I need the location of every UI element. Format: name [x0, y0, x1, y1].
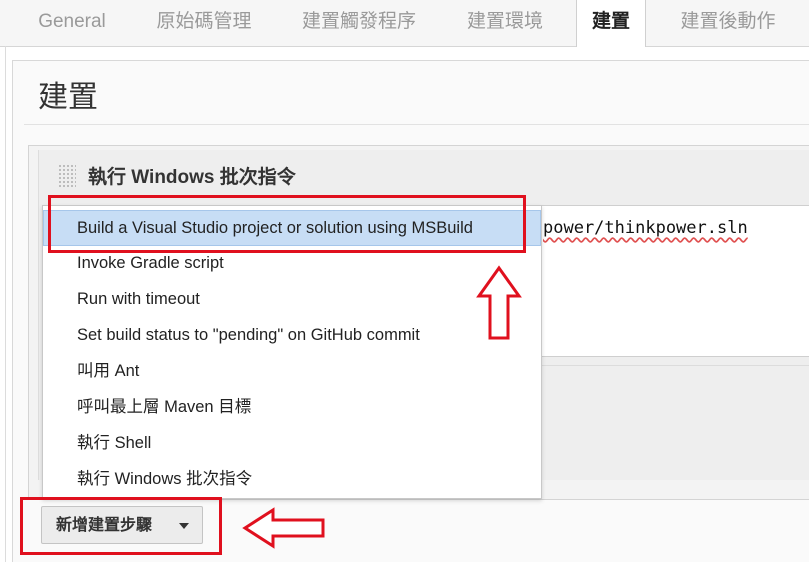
- tab-build-triggers[interactable]: 建置觸發程序: [288, 0, 430, 46]
- section-divider: [24, 124, 809, 125]
- tab-post-build-actions[interactable]: 建置後動作: [664, 0, 792, 46]
- arrow-left-icon: [242, 507, 325, 549]
- step-divider: [540, 365, 809, 366]
- tab-bar: General 原始碼管理 建置觸發程序 建置環境 建置 建置後動作: [0, 0, 809, 47]
- command-text: power/thinkpower.sln: [543, 218, 748, 238]
- command-textarea[interactable]: power/thinkpower.sln: [530, 205, 809, 357]
- menu-item-ant[interactable]: 叫用 Ant: [44, 354, 540, 388]
- build-step-title: 執行 Windows 批次指令: [88, 167, 296, 188]
- tab-build-environment[interactable]: 建置環境: [450, 0, 560, 46]
- arrow-up-icon: [476, 265, 522, 340]
- tab-source-code-management[interactable]: 原始碼管理: [140, 0, 268, 46]
- menu-item-maven[interactable]: 呼叫最上層 Maven 目標: [44, 390, 540, 424]
- section-title: 建置: [38, 80, 98, 115]
- page-left-border: [5, 46, 6, 562]
- drag-handle-icon[interactable]: [58, 164, 76, 188]
- annotation-highlight-box: [48, 195, 526, 253]
- tab-general[interactable]: General: [20, 0, 124, 46]
- menu-item-shell[interactable]: 執行 Shell: [44, 426, 540, 460]
- menu-item-github-pending[interactable]: Set build status to "pending" on GitHub …: [44, 318, 540, 352]
- tab-build[interactable]: 建置: [576, 0, 646, 47]
- menu-item-windows-batch[interactable]: 執行 Windows 批次指令: [44, 462, 540, 496]
- annotation-button-box: [20, 497, 222, 555]
- menu-item-run-with-timeout[interactable]: Run with timeout: [44, 282, 540, 316]
